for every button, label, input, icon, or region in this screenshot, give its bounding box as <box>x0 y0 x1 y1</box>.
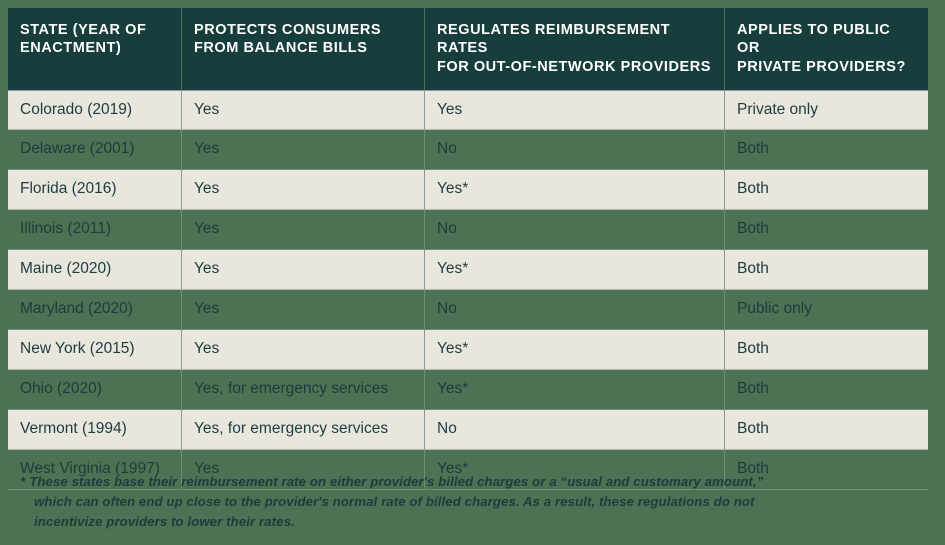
cell-regs: No <box>425 410 725 451</box>
cell-protect: Yes <box>182 90 425 131</box>
cell-protect: Yes <box>182 330 425 371</box>
cell-state: Delaware (2001) <box>8 130 182 171</box>
column-header-state: STATE (YEAR OF ENACTMENT) <box>8 8 182 91</box>
column-header-regulates-rates-line2: FOR OUT-OF-NETWORK PROVIDERS <box>437 58 711 75</box>
table-row: Colorado (2019) Yes Yes Private only <box>8 90 928 131</box>
cell-applies: Both <box>725 210 928 251</box>
cell-state: New York (2015) <box>8 330 182 371</box>
table-row: Vermont (1994) Yes, for emergency service… <box>8 410 928 451</box>
state-balance-billing-table: STATE (YEAR OF ENACTMENT) PROTECTS CONSU… <box>8 8 928 491</box>
cell-regs: No <box>425 290 725 331</box>
column-header-protects-consumers: PROTECTS CONSUMERS FROM BALANCE BILLS <box>182 8 425 91</box>
cell-applies: Public only <box>725 290 928 331</box>
cell-applies: Both <box>725 170 928 211</box>
cell-state: Vermont (1994) <box>8 410 182 451</box>
table-body: Colorado (2019) Yes Yes Private only Delawar… <box>8 90 928 491</box>
state-balance-billing-table-figure: STATE (YEAR OF ENACTMENT) PROTECTS CONSU… <box>0 0 945 545</box>
column-header-protects-consumers-line1: PROTECTS CONSUMERS <box>194 22 382 38</box>
table-header: STATE (YEAR OF ENACTMENT) PROTECTS CONSU… <box>8 8 928 91</box>
cell-state: Maine (2020) <box>8 250 182 291</box>
column-header-protects-consumers-line2: FROM BALANCE BILLS <box>194 40 368 57</box>
column-header-regulates-rates-line1: REGULATES REIMBURSEMENT RATES <box>437 22 671 57</box>
cell-applies: Both <box>725 250 928 291</box>
column-header-applies-to-line1: APPLIES TO PUBLIC OR <box>737 22 891 57</box>
cell-state: Florida (2016) <box>8 170 182 211</box>
column-header-applies-to-line2: PRIVATE PROVIDERS? <box>737 58 906 75</box>
cell-state: Colorado (2019) <box>8 90 182 131</box>
table-row: Maine (2020) Yes Yes* Both <box>8 250 928 291</box>
table-row: Ohio (2020) Yes, for emergency services Ye… <box>8 370 928 411</box>
table-row: New York (2015) Yes Yes* Both <box>8 330 928 371</box>
column-header-applies-to: APPLIES TO PUBLIC OR PRIVATE PROVIDERS? <box>725 8 928 91</box>
cell-regs: Yes* <box>425 330 725 371</box>
cell-protect: Yes, for emergency services <box>182 370 425 411</box>
cell-state: Ohio (2020) <box>8 370 182 411</box>
column-header-regulates-rates: REGULATES REIMBURSEMENT RATES FOR OUT-OF… <box>425 8 725 91</box>
footnote-marker: * <box>20 474 26 489</box>
cell-protect: Yes <box>182 250 425 291</box>
cell-regs: No <box>425 130 725 171</box>
table-row: Florida (2016) Yes Yes* Both <box>8 170 928 211</box>
column-header-state-line1: STATE (YEAR OF <box>20 22 147 38</box>
cell-state: Maryland (2020) <box>8 290 182 331</box>
cell-protect: Yes <box>182 130 425 171</box>
table-header-row: STATE (YEAR OF ENACTMENT) PROTECTS CONSU… <box>8 8 928 91</box>
cell-applies: Private only <box>725 90 928 131</box>
cell-regs: Yes* <box>425 250 725 291</box>
footnote-text-1: These states base their reimbursement ra… <box>29 474 764 489</box>
footnote-line-2: which can often end up close to the prov… <box>34 494 755 510</box>
cell-regs: Yes <box>425 90 725 131</box>
cell-regs: No <box>425 210 725 251</box>
cell-regs: Yes* <box>425 170 725 211</box>
cell-protect: Yes <box>182 210 425 251</box>
cell-applies: Both <box>725 130 928 171</box>
cell-regs: Yes* <box>425 370 725 411</box>
footnote-line-1: * These states base their reimbursement r… <box>20 472 900 492</box>
table-row: Illinois (2011) Yes No Both <box>8 210 928 251</box>
table-row: Delaware (2001) Yes No Both <box>8 130 928 171</box>
footnote-line-3: incentivize providers to lower their rat… <box>34 514 295 530</box>
table-footnote: * These states base their reimbursement r… <box>20 472 900 532</box>
cell-applies: Both <box>725 410 928 451</box>
table-row: Maryland (2020) Yes No Public only <box>8 290 928 331</box>
cell-applies: Both <box>725 330 928 371</box>
cell-applies: Both <box>725 370 928 411</box>
cell-protect: Yes <box>182 170 425 211</box>
cell-protect: Yes <box>182 290 425 331</box>
cell-state: Illinois (2011) <box>8 210 182 251</box>
column-header-state-line2: ENACTMENT) <box>20 40 122 57</box>
cell-protect: Yes, for emergency services <box>182 410 425 451</box>
